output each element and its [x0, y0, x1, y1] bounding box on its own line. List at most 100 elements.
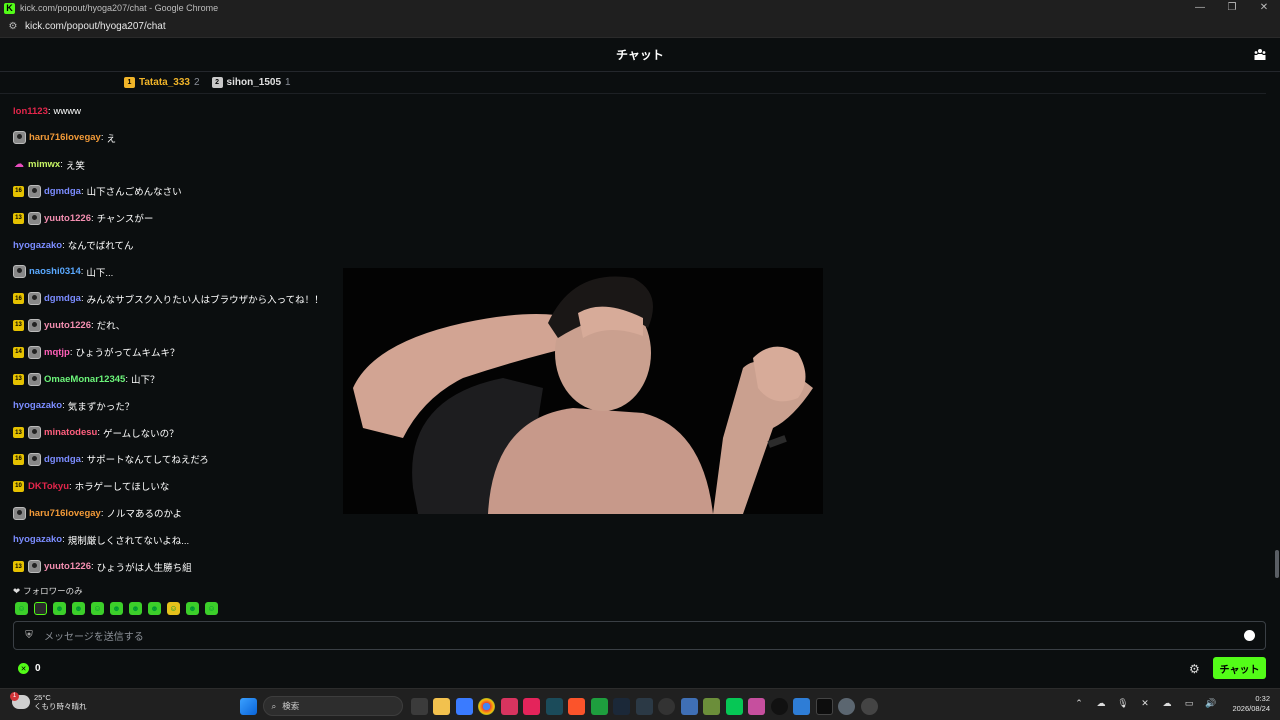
app-paint-icon[interactable] [793, 697, 810, 715]
chat-username[interactable]: hyogazako [13, 240, 62, 251]
app-black-icon[interactable] [815, 697, 833, 715]
emote-2-icon[interactable] [34, 601, 47, 615]
close-button[interactable]: ✕ [1248, 0, 1280, 16]
chat-username[interactable]: yuuto1226 [44, 561, 91, 572]
site-settings-icon[interactable]: ⚙ [6, 21, 20, 32]
system-clock[interactable]: 0:32 2026/08/24 [1232, 694, 1270, 714]
steam-icon[interactable] [613, 697, 630, 715]
chat-input-placeholder[interactable]: メッセージを送信する [44, 628, 144, 643]
og-badge-icon[interactable] [28, 426, 41, 440]
task-view-icon[interactable] [410, 697, 428, 715]
emote-5-icon[interactable]: ☺ [91, 601, 104, 615]
subscriber-badge-icon[interactable]: 16 [13, 453, 24, 465]
chat-username[interactable]: lon1123 [13, 106, 48, 117]
leaderboard-username[interactable]: Tatata_333 [139, 77, 190, 88]
display-icon[interactable]: ▭ [1182, 696, 1196, 710]
app-green-play-icon[interactable] [590, 697, 608, 715]
emote-3-icon[interactable]: ☻ [53, 601, 66, 615]
settings-icon[interactable] [838, 697, 855, 715]
emote-4-icon[interactable]: ☻ [72, 601, 85, 615]
chat-username[interactable]: dgmdga [44, 454, 81, 465]
chat-username[interactable]: DKTokyu [28, 481, 69, 492]
speaker-icon[interactable]: 🔊 [1204, 696, 1218, 710]
subscriber-badge-icon[interactable]: 16 [13, 293, 24, 305]
close-tray-icon[interactable]: ✕ [1138, 696, 1152, 710]
stream-video[interactable] [343, 268, 823, 514]
minecraft-icon[interactable] [703, 697, 720, 715]
og-badge-icon[interactable] [28, 184, 41, 198]
emoji-picker-icon[interactable] [1244, 630, 1255, 641]
chat-username[interactable]: haru716lovegay [29, 508, 101, 519]
minimize-button[interactable]: — [1184, 0, 1216, 16]
subscriber-badge-icon[interactable]: 14 [13, 346, 24, 358]
shield-icon[interactable]: ⛨ [24, 630, 34, 641]
leaderboard-username[interactable]: sihon_1505 [227, 77, 281, 88]
microphone-icon[interactable]: 🎙 [1116, 696, 1130, 710]
subscriber-badge-icon[interactable]: 10 [13, 480, 24, 492]
line-icon[interactable] [725, 697, 743, 715]
leaderboard-entry[interactable]: 2 sihon_1505 1 [211, 77, 291, 88]
chat-username[interactable]: haru716lovegay [29, 132, 101, 143]
og-badge-icon[interactable] [28, 292, 41, 306]
og-badge-icon[interactable] [28, 211, 41, 225]
tiktok-icon[interactable] [523, 697, 540, 715]
chat-username[interactable]: dgmdga [44, 293, 81, 304]
chat-username[interactable]: mimwx [28, 159, 60, 170]
subscriber-badge-icon[interactable]: 13 [13, 427, 24, 439]
subscriber-badge-icon[interactable]: 16 [13, 185, 24, 197]
app-pink-icon[interactable] [748, 697, 765, 715]
restore-button[interactable]: ❐ [1216, 0, 1248, 16]
og-badge-icon[interactable] [28, 560, 41, 574]
og-badge-icon[interactable] [28, 345, 41, 359]
og-badge-icon[interactable] [13, 506, 26, 520]
chat-input-box[interactable]: ⛨ メッセージを送信する [13, 621, 1266, 650]
obs-icon[interactable] [658, 697, 675, 715]
emote-6-icon[interactable]: ☻ [110, 601, 123, 615]
chat-username[interactable]: minatodesu [44, 427, 97, 438]
og-badge-icon[interactable] [28, 452, 41, 466]
chat-settings-icon[interactable]: ⚙ [1189, 662, 1200, 676]
subscriber-badge-icon[interactable]: 13 [13, 373, 24, 385]
chat-username[interactable]: hyogazako [13, 534, 62, 545]
weather-widget[interactable]: 1 25°C くもり時々晴れ [10, 692, 87, 711]
emote-7-icon[interactable]: ☻ [129, 601, 142, 615]
users-icon[interactable] [1254, 48, 1266, 60]
chrome-icon[interactable] [478, 697, 495, 715]
chat-username[interactable]: yuuto1226 [44, 213, 91, 224]
url-text[interactable]: kick.com/popout/hyoga207/chat [25, 21, 166, 32]
media-player-icon[interactable] [860, 697, 878, 715]
unreal-icon[interactable] [770, 697, 788, 715]
address-bar[interactable]: ⚙ kick.com/popout/hyoga207/chat [0, 16, 1280, 38]
chat-username[interactable]: naoshi0314 [29, 266, 81, 277]
emote-8-icon[interactable]: ☻ [148, 601, 161, 615]
cloud-sync-icon[interactable]: ☁ [1094, 696, 1108, 710]
app-star-icon[interactable] [680, 697, 698, 715]
leaderboard-entry[interactable]: 1 Tatata_333 2 [124, 77, 200, 88]
chevron-up-icon[interactable]: ⌃ [1072, 696, 1086, 710]
og-badge-icon[interactable] [28, 372, 41, 386]
app-blue-icon[interactable] [455, 697, 473, 715]
taskbar-search[interactable]: ⌕ 検索 [262, 696, 403, 716]
onedrive-icon[interactable]: ☁ [1160, 696, 1174, 710]
chat-username[interactable]: yuuto1226 [44, 320, 91, 331]
og-badge-icon[interactable] [13, 131, 26, 145]
chat-username[interactable]: hyogazako [13, 400, 62, 411]
channel-points[interactable]: ✕ 0 [18, 663, 41, 674]
file-explorer-icon[interactable] [433, 697, 450, 715]
windows-start-icon[interactable] [240, 697, 257, 715]
emote-9-icon[interactable]: ☺ [167, 601, 180, 615]
gifter-badge-icon[interactable]: ☁ [13, 159, 25, 171]
subscriber-badge-icon[interactable]: 13 [13, 319, 24, 331]
emote-10-icon[interactable]: ☻ [186, 601, 199, 615]
og-badge-icon[interactable] [28, 318, 41, 332]
app-teal-icon[interactable] [545, 697, 563, 715]
og-badge-icon[interactable] [13, 265, 26, 279]
chat-username[interactable]: OmaeMonar12345 [44, 374, 125, 385]
app-red-icon[interactable] [500, 697, 518, 715]
app-dark-icon[interactable] [635, 697, 653, 715]
chat-username[interactable]: mqtjp [44, 347, 70, 358]
subscriber-badge-icon[interactable]: 13 [13, 212, 24, 224]
emote-1-icon[interactable]: ☺ [15, 601, 28, 615]
chat-scrollbar[interactable] [1275, 550, 1279, 578]
subscriber-badge-icon[interactable]: 13 [13, 561, 24, 573]
